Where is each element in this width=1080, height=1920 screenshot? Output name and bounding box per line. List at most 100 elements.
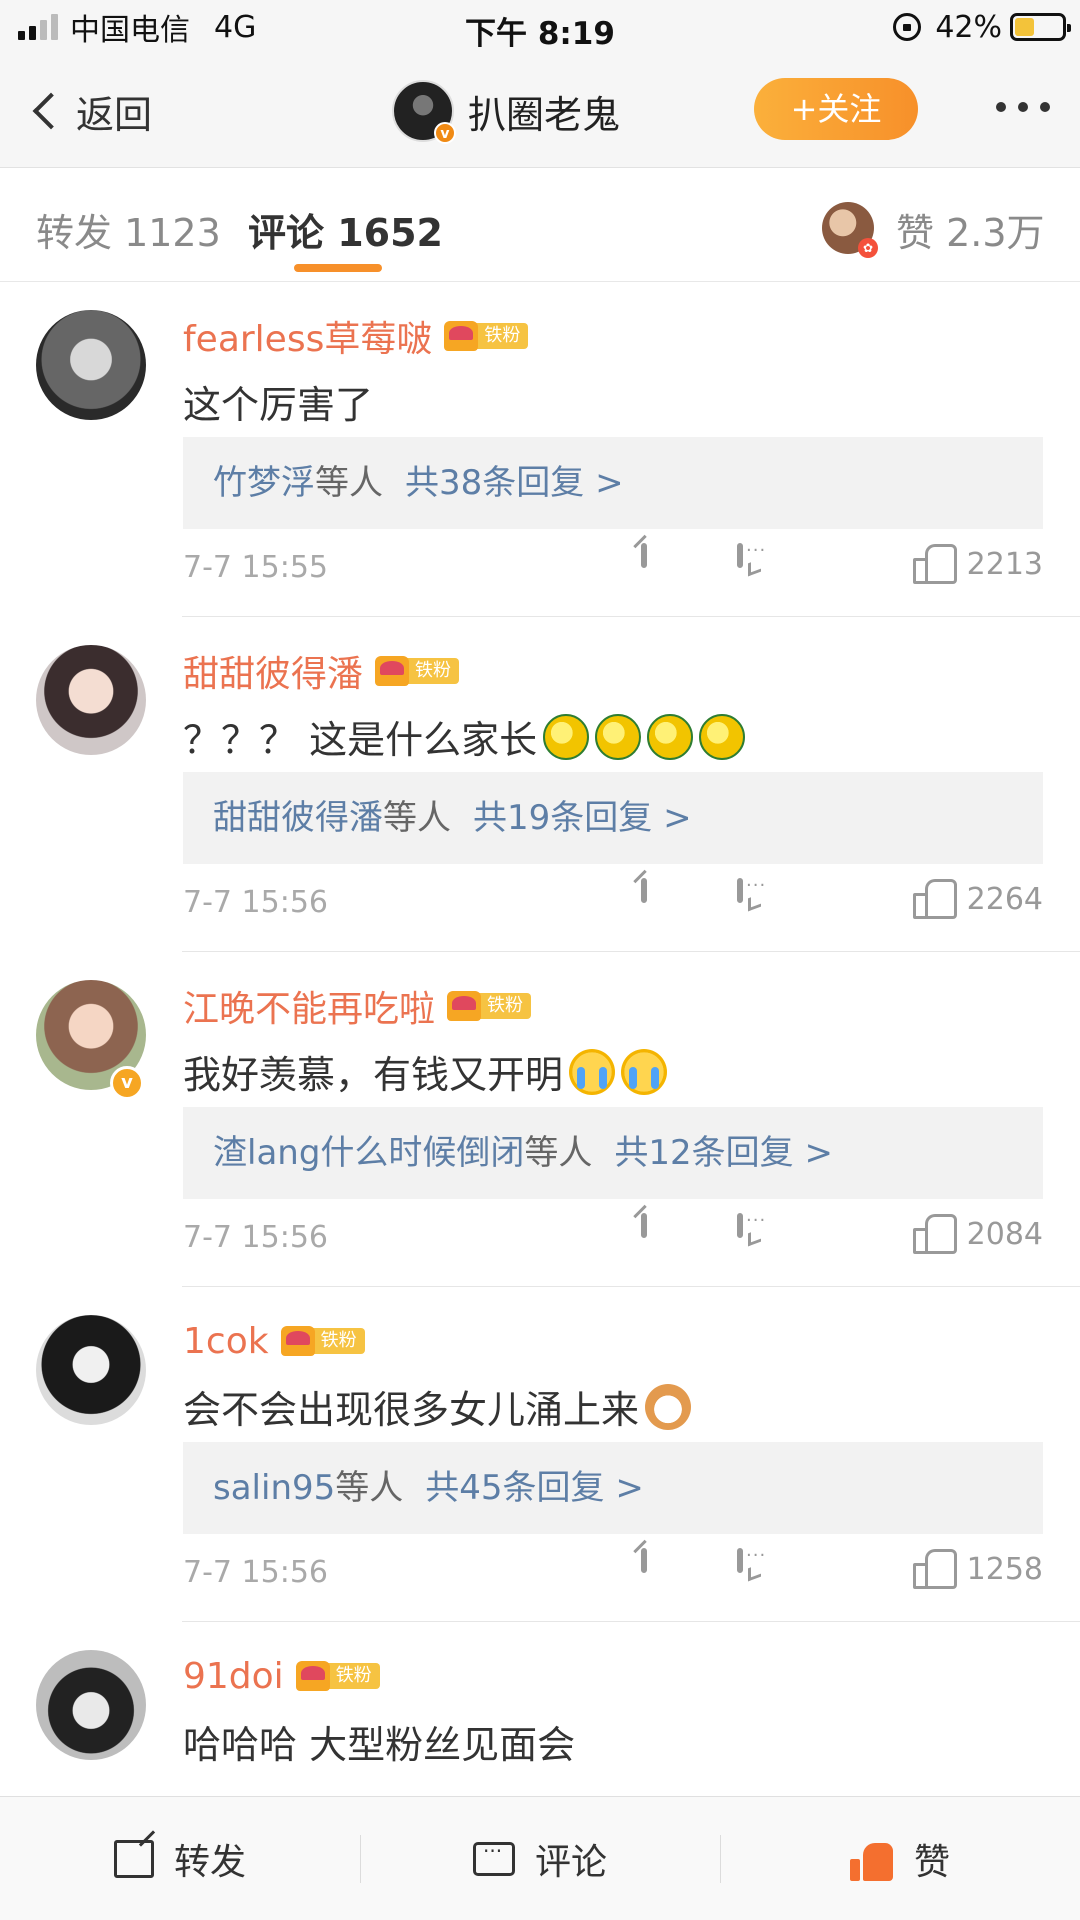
tab-comments[interactable]: 评论 1652 bbox=[248, 202, 443, 257]
reply-icon[interactable] bbox=[737, 543, 743, 568]
reply-icon[interactable] bbox=[737, 1548, 743, 1573]
comment-header: 1cok 铁粉 bbox=[183, 1315, 365, 1367]
repost-label: 转发 bbox=[173, 1842, 246, 1883]
crying-emoji bbox=[621, 1048, 668, 1095]
status-right: 42% bbox=[893, 8, 1071, 46]
fan-badge: 铁粉 bbox=[375, 656, 460, 686]
comment-label: 评论 bbox=[534, 1842, 607, 1883]
repost-button[interactable]: 转发 bbox=[0, 1797, 360, 1920]
share-icon[interactable] bbox=[641, 878, 647, 903]
thumbs-up-icon bbox=[912, 879, 957, 919]
comment-item: 甜甜彼得潘 铁粉 ？？？ 这是什么家长 甜甜彼得潘等人 共19条回复 > 7-7 … bbox=[0, 617, 1080, 952]
comment-text: 我好羡慕，有钱又开明 bbox=[183, 1044, 668, 1099]
commenter-name[interactable]: fearless草莓啵 bbox=[183, 310, 432, 362]
commenter-avatar[interactable] bbox=[36, 1650, 146, 1760]
back-button[interactable]: 返回 bbox=[26, 82, 152, 140]
reply-icon[interactable] bbox=[737, 878, 743, 903]
comment-meta: 7-7 15:56 1258 bbox=[183, 1547, 1043, 1599]
like-count: 2084 bbox=[966, 1216, 1043, 1252]
replies-preview[interactable]: 甜甜彼得潘等人 共19条回复 > bbox=[183, 772, 1043, 864]
reply-count-link[interactable]: 共38条回复 > bbox=[405, 463, 624, 503]
fan-badge: 铁粉 bbox=[447, 991, 532, 1021]
fan-badge-label: 铁粉 bbox=[312, 1328, 365, 1354]
like-button[interactable]: 赞 bbox=[720, 1797, 1080, 1920]
commenter-name[interactable]: 甜甜彼得潘 bbox=[183, 645, 363, 697]
share-icon[interactable] bbox=[641, 543, 647, 568]
like-count: 2213 bbox=[966, 546, 1043, 582]
more-dot-icon bbox=[1040, 102, 1050, 112]
crown-icon bbox=[295, 1661, 330, 1691]
lemon-emoji bbox=[595, 713, 642, 760]
tab-likes[interactable]: 赞 2.3万 bbox=[896, 202, 1045, 257]
author-header[interactable]: v 扒圈老鬼 bbox=[392, 79, 620, 144]
share-icon[interactable] bbox=[641, 1548, 647, 1573]
cat-emoji bbox=[645, 1383, 692, 1430]
comment-like-button[interactable]: 1258 bbox=[912, 1549, 1043, 1589]
share-icon[interactable] bbox=[641, 1213, 647, 1238]
author-avatar[interactable]: v bbox=[392, 80, 456, 144]
thumbs-up-icon bbox=[912, 544, 957, 584]
comment-text: 哈哈哈 大型粉丝见面会 bbox=[183, 1714, 575, 1769]
comment-item: v 江晚不能再吃啦 铁粉 我好羡慕，有钱又开明 渣lang什么时候倒闭等人 共12… bbox=[0, 952, 1080, 1287]
commenter-avatar[interactable] bbox=[36, 1315, 146, 1425]
bottom-action-bar: 转发 评论 赞 bbox=[0, 1796, 1080, 1920]
crown-icon bbox=[444, 321, 479, 351]
reply-suffix: 等人 bbox=[335, 1468, 404, 1508]
reply-count-link[interactable]: 共19条回复 > bbox=[473, 798, 692, 838]
comment-like-button[interactable]: 2264 bbox=[912, 879, 1043, 919]
reply-count-link[interactable]: 共45条回复 > bbox=[425, 1468, 644, 1508]
replies-preview[interactable]: salin95等人 共45条回复 > bbox=[183, 1442, 1043, 1534]
more-dot-icon bbox=[996, 102, 1006, 112]
reply-users[interactable]: 竹梦浮 bbox=[213, 463, 315, 503]
fan-badge-label: 铁粉 bbox=[327, 1663, 380, 1689]
comment-meta: 7-7 15:55 2213 bbox=[183, 542, 1043, 594]
author-name[interactable]: 扒圈老鬼 bbox=[468, 84, 620, 139]
thumbs-up-icon bbox=[912, 1214, 957, 1254]
weibo-comments-screen: 中国电信 4G 下午 8:19 42% 返回 v 扒圈老鬼 +关注 转发 112… bbox=[0, 0, 1080, 1920]
comment-body: 这个厉害了 bbox=[183, 383, 374, 427]
commenter-name[interactable]: 江晚不能再吃啦 bbox=[183, 980, 435, 1032]
fan-badge-label: 铁粉 bbox=[479, 993, 532, 1019]
comment-like-button[interactable]: 2213 bbox=[912, 544, 1043, 584]
liker-avatar[interactable] bbox=[822, 202, 878, 258]
comment-button[interactable]: 评论 bbox=[360, 1797, 720, 1920]
comment-header: 91doi 铁粉 bbox=[183, 1650, 380, 1702]
commenter-avatar[interactable] bbox=[36, 645, 146, 755]
replies-preview[interactable]: 竹梦浮等人 共38条回复 > bbox=[183, 437, 1043, 529]
reply-count-link[interactable]: 共12条回复 > bbox=[614, 1133, 833, 1173]
comment-text: ？？？ 这是什么家长 bbox=[183, 709, 746, 764]
comment-body: 我好羡慕，有钱又开明 bbox=[183, 1053, 564, 1097]
like-count: 1258 bbox=[966, 1551, 1043, 1587]
crown-icon bbox=[447, 991, 482, 1021]
replies-preview[interactable]: 渣lang什么时候倒闭等人 共12条回复 > bbox=[183, 1107, 1043, 1199]
commenter-name[interactable]: 91doi bbox=[183, 1656, 284, 1697]
crying-emoji bbox=[569, 1048, 616, 1095]
thumbs-up-icon bbox=[912, 1549, 957, 1589]
comment-item: fearless草莓啵 铁粉 这个厉害了 竹梦浮等人 共38条回复 > 7-7 1… bbox=[0, 282, 1080, 617]
comment-text: 这个厉害了 bbox=[183, 374, 373, 429]
crown-icon bbox=[280, 1326, 315, 1356]
fan-badge-label: 铁粉 bbox=[476, 323, 529, 349]
reply-users[interactable]: 渣lang什么时候倒闭 bbox=[213, 1133, 524, 1173]
tab-reposts[interactable]: 转发 1123 bbox=[36, 202, 221, 257]
thumbs-up-icon bbox=[849, 1837, 894, 1881]
commenter-name[interactable]: 1cok bbox=[183, 1321, 269, 1362]
comment-icon bbox=[472, 1839, 515, 1876]
reply-icon[interactable] bbox=[737, 1213, 743, 1238]
reply-suffix: 等人 bbox=[524, 1133, 593, 1173]
verified-badge-icon: v bbox=[434, 122, 456, 144]
comment-time: 7-7 15:56 bbox=[183, 1555, 328, 1590]
commenter-avatar[interactable] bbox=[36, 310, 146, 420]
status-bar: 中国电信 4G 下午 8:19 42% bbox=[0, 0, 1080, 54]
reply-users[interactable]: 甜甜彼得潘 bbox=[213, 798, 383, 838]
reply-users[interactable]: salin95 bbox=[213, 1468, 335, 1508]
comment-header: 江晚不能再吃啦 铁粉 bbox=[183, 980, 532, 1032]
comment-time: 7-7 15:55 bbox=[183, 550, 328, 585]
follow-button[interactable]: +关注 bbox=[754, 78, 918, 140]
reply-suffix: 等人 bbox=[383, 798, 451, 838]
rotation-lock-icon bbox=[893, 13, 922, 41]
comment-item: 1cok 铁粉 会不会出现很多女儿涌上来 salin95等人 共45条回复 > 7… bbox=[0, 1287, 1080, 1622]
comment-like-button[interactable]: 2084 bbox=[912, 1214, 1043, 1254]
more-options-button[interactable] bbox=[996, 94, 1050, 120]
nav-bar: 返回 v 扒圈老鬼 +关注 bbox=[0, 54, 1080, 168]
